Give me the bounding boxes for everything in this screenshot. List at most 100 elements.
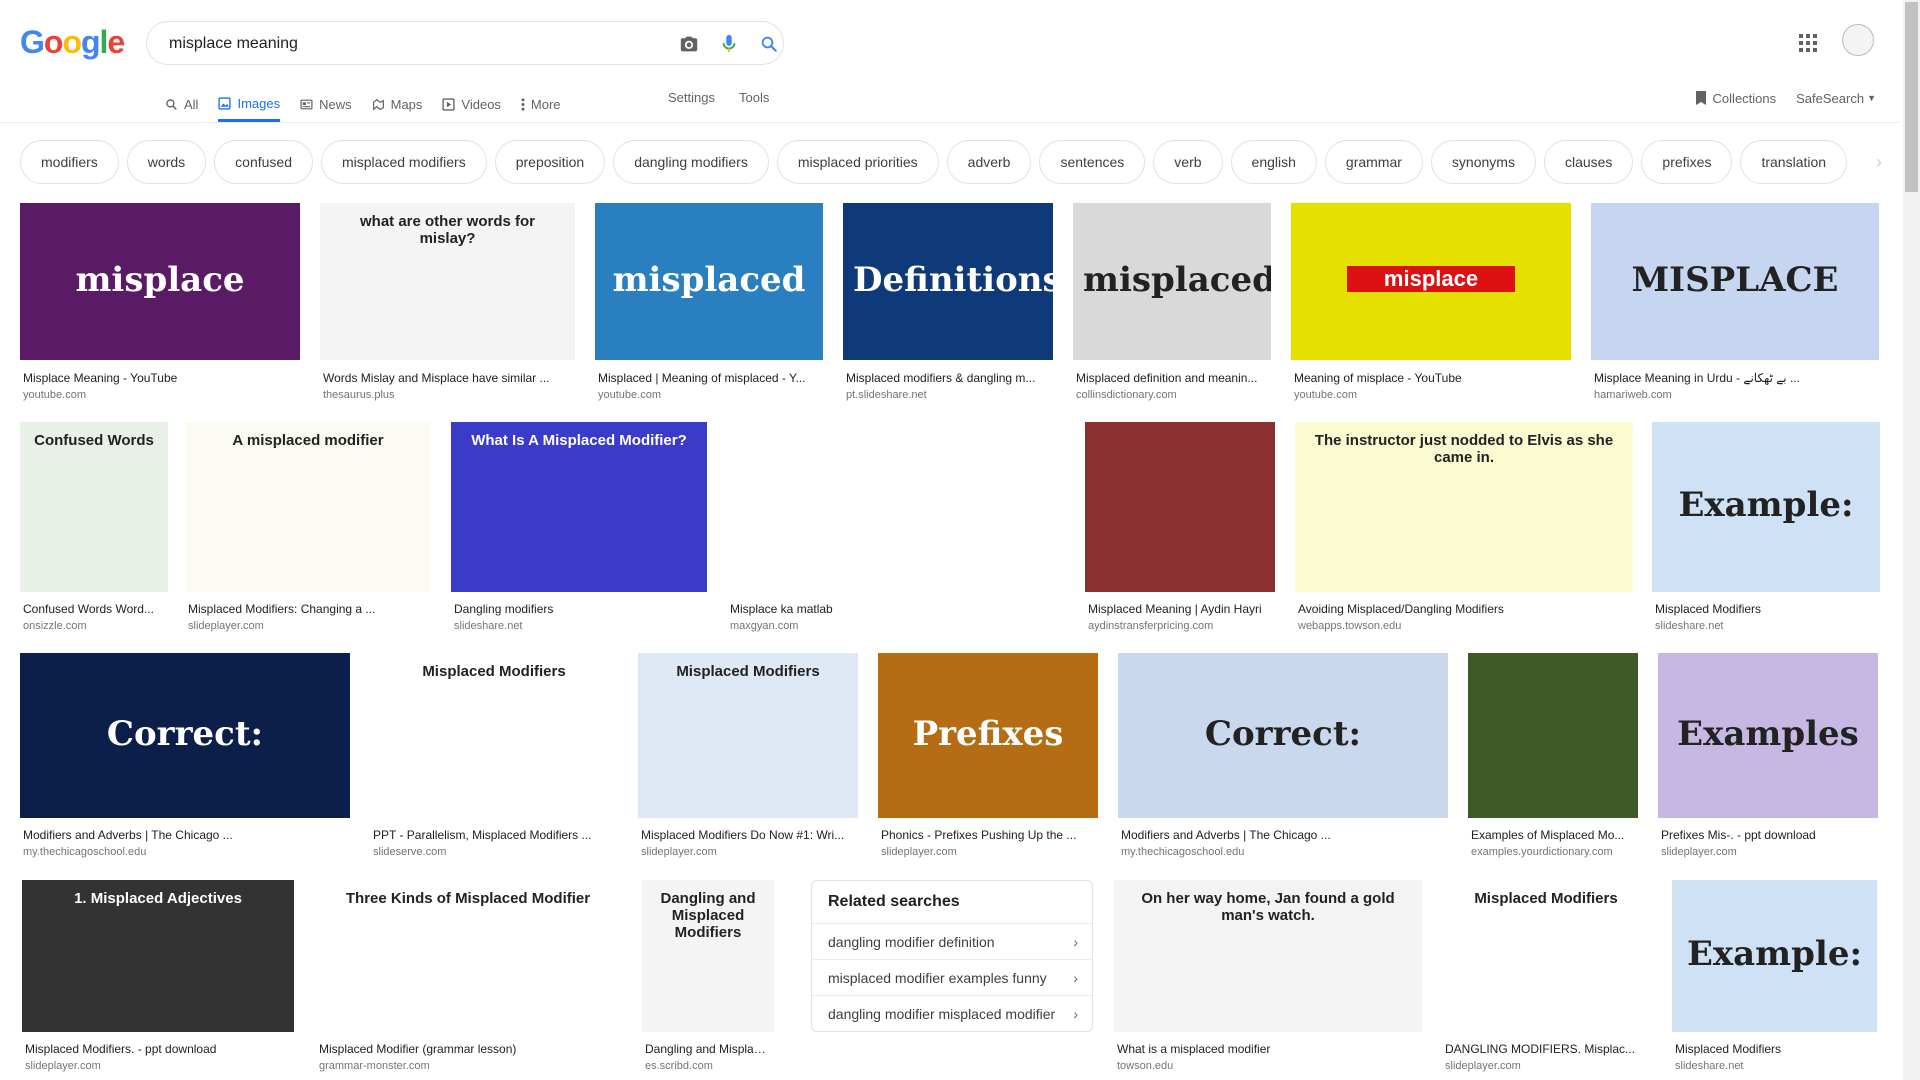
related-search-item[interactable]: dangling modifier misplaced modifier › xyxy=(812,995,1092,1031)
image-result[interactable]: A misplaced modifier Misplaced Modifiers:… xyxy=(185,422,431,636)
chip-confused[interactable]: confused xyxy=(214,140,313,184)
related-search-item[interactable]: dangling modifier definition › xyxy=(812,923,1092,959)
image-result[interactable]: MISPLACE Misplace Meaning in Urdu - بے ٹھ… xyxy=(1591,203,1879,405)
image-thumbnail[interactable]: The instructor just nodded to Elvis as s… xyxy=(1295,422,1633,592)
chip-misplaced-modifiers[interactable]: misplaced modifiers xyxy=(320,140,487,184)
image-caption[interactable]: Misplaced Modifiers. - ppt download xyxy=(25,1042,291,1056)
image-caption[interactable]: Dangling modifiers xyxy=(454,602,704,616)
image-thumbnail[interactable]: Definitions xyxy=(843,203,1053,360)
image-source[interactable]: youtube.com xyxy=(23,389,86,401)
image-source[interactable]: es.scribd.com xyxy=(645,1060,713,1072)
image-result[interactable]: Correct: Modifiers and Adverbs | The Chic… xyxy=(1118,653,1448,862)
image-source[interactable]: towson.edu xyxy=(1117,1060,1173,1072)
image-caption[interactable]: Dangling and Misplace... xyxy=(645,1042,771,1056)
image-source[interactable]: youtube.com xyxy=(1294,389,1357,401)
camera-icon[interactable] xyxy=(678,33,700,55)
image-result[interactable]: What Is A Misplaced Modifier? Dangling mo… xyxy=(451,422,707,636)
image-caption[interactable]: Misplaced definition and meanin... xyxy=(1076,371,1268,385)
image-source[interactable]: aydinstransferpricing.com xyxy=(1088,620,1213,632)
image-caption[interactable]: Modifiers and Adverbs | The Chicago ... xyxy=(23,828,347,842)
image-source[interactable]: slideplayer.com xyxy=(25,1060,101,1072)
search-icon[interactable] xyxy=(758,33,780,55)
chip-english[interactable]: english xyxy=(1230,140,1317,184)
image-result[interactable]: 1. Misplaced Adjectives Misplaced Modifie… xyxy=(22,880,294,1076)
image-result[interactable]: Examples Prefixes Mis-. - ppt download sli… xyxy=(1658,653,1878,862)
image-source[interactable]: onsizzle.com xyxy=(23,620,87,632)
image-source[interactable]: maxgyan.com xyxy=(730,620,798,632)
chip-adverb[interactable]: adverb xyxy=(946,140,1032,184)
image-caption[interactable]: Misplaced Modifiers Do Now #1: Wri... xyxy=(641,828,855,842)
image-thumbnail[interactable]: misplace xyxy=(1291,203,1571,360)
image-thumbnail[interactable]: Misplaced Modifiers xyxy=(638,653,858,818)
image-result[interactable]: Misplaced Modifiers DANGLING MODIFIERS. M… xyxy=(1442,880,1650,1076)
apps-grid-icon[interactable] xyxy=(1797,32,1819,54)
image-source[interactable]: slideplayer.com xyxy=(1445,1060,1521,1072)
image-result[interactable]: what are other words for mislay? Words Mi… xyxy=(320,203,575,405)
image-thumbnail[interactable]: Correct: xyxy=(20,653,350,818)
image-source[interactable]: slideshare.net xyxy=(1675,1060,1744,1072)
scrollbar[interactable] xyxy=(1903,0,1920,1080)
image-source[interactable]: slideplayer.com xyxy=(1661,846,1737,858)
image-caption[interactable]: What is a misplaced modifier xyxy=(1117,1042,1419,1056)
image-thumbnail[interactable] xyxy=(1085,422,1275,592)
image-caption[interactable]: Misplace ka matlab xyxy=(730,602,1061,616)
image-caption[interactable]: Examples of Misplaced Mo... xyxy=(1471,828,1635,842)
chip-dangling-modifiers[interactable]: dangling modifiers xyxy=(613,140,769,184)
image-thumbnail[interactable]: Dangling and Misplaced Modifiers xyxy=(642,880,774,1032)
tab-news[interactable]: News xyxy=(300,88,352,120)
image-caption[interactable]: Misplace Meaning in Urdu - بے ٹھکانے ... xyxy=(1594,371,1876,385)
image-caption[interactable]: Misplaced Modifiers xyxy=(1675,1042,1874,1056)
image-thumbnail[interactable]: misplaced xyxy=(595,203,823,360)
image-caption[interactable]: Avoiding Misplaced/Dangling Modifiers xyxy=(1298,602,1630,616)
image-caption[interactable]: PPT - Parallelism, Misplaced Modifiers .… xyxy=(373,828,615,842)
image-result[interactable]: Confused Words Confused Words Word... onsi… xyxy=(20,422,168,636)
image-source[interactable]: my.thechicagoschool.edu xyxy=(23,846,146,858)
chip-grammar[interactable]: grammar xyxy=(1324,140,1423,184)
image-source[interactable]: slideserve.com xyxy=(373,846,446,858)
image-thumbnail[interactable]: A misplaced modifier xyxy=(185,422,431,592)
chip-misplaced-priorities[interactable]: misplaced priorities xyxy=(776,140,939,184)
google-logo[interactable]: Google xyxy=(20,24,125,61)
image-source[interactable]: slideplayer.com xyxy=(641,846,717,858)
image-result[interactable]: Examples of Misplaced Mo... examples.your… xyxy=(1468,653,1638,862)
image-thumbnail[interactable]: misplace xyxy=(20,203,300,360)
microphone-icon[interactable] xyxy=(718,33,740,55)
image-thumbnail[interactable]: On her way home, Jan found a gold man's … xyxy=(1114,880,1422,1032)
image-thumbnail[interactable]: Correct: xyxy=(1118,653,1448,818)
image-thumbnail[interactable]: 1. Misplaced Adjectives xyxy=(22,880,294,1032)
image-caption[interactable]: Misplaced Meaning | Aydin Hayri xyxy=(1088,602,1272,616)
image-thumbnail[interactable]: What Is A Misplaced Modifier? xyxy=(451,422,707,592)
chip-sentences[interactable]: sentences xyxy=(1039,140,1146,184)
image-source[interactable]: slideplayer.com xyxy=(188,620,264,632)
image-result[interactable]: misplaced Misplaced definition and meanin… xyxy=(1073,203,1271,405)
tab-maps[interactable]: Maps xyxy=(372,88,422,120)
safesearch-dropdown[interactable]: SafeSearch ▼ xyxy=(1796,91,1876,106)
image-caption[interactable]: Misplaced | Meaning of misplaced - Y... xyxy=(598,371,820,385)
image-thumbnail[interactable]: Three Kinds of Misplaced Modifier xyxy=(316,880,620,1032)
tab-videos[interactable]: Videos xyxy=(442,88,501,120)
chip-clauses[interactable]: clauses xyxy=(1543,140,1634,184)
image-result[interactable]: Misplaced Meaning | Aydin Hayri aydinstra… xyxy=(1085,422,1275,636)
image-result[interactable]: Example: Misplaced Modifiers slideshare.ne… xyxy=(1652,422,1880,636)
image-caption[interactable]: Phonics - Prefixes Pushing Up the ... xyxy=(881,828,1095,842)
image-caption[interactable]: Misplaced Modifiers xyxy=(1655,602,1877,616)
image-result[interactable]: misplace Misplace Meaning - YouTube youtub… xyxy=(20,203,300,405)
image-thumbnail[interactable]: Example: xyxy=(1672,880,1877,1032)
image-result[interactable]: Misplace ka matlab maxgyan.com xyxy=(727,422,1064,636)
image-source[interactable]: slideplayer.com xyxy=(881,846,957,858)
image-caption[interactable]: Misplaced modifiers & dangling m... xyxy=(846,371,1050,385)
image-thumbnail[interactable]: Confused Words xyxy=(20,422,168,592)
chevron-right-icon[interactable]: › xyxy=(1876,152,1882,173)
image-source[interactable]: thesaurus.plus xyxy=(323,389,395,401)
chip-prefixes[interactable]: prefixes xyxy=(1641,140,1733,184)
image-source[interactable]: grammar-monster.com xyxy=(319,1060,430,1072)
tab-images[interactable]: Images xyxy=(218,88,281,122)
image-caption[interactable]: Words Mislay and Misplace have similar .… xyxy=(323,371,572,385)
image-caption[interactable]: Misplaced Modifier (grammar lesson) xyxy=(319,1042,617,1056)
image-thumbnail[interactable]: misplaced xyxy=(1073,203,1271,360)
image-caption[interactable]: Modifiers and Adverbs | The Chicago ... xyxy=(1121,828,1445,842)
image-thumbnail[interactable]: MISPLACE xyxy=(1591,203,1879,360)
image-result[interactable]: Dangling and Misplaced Modifiers Dangling… xyxy=(642,880,774,1076)
avatar[interactable] xyxy=(1842,24,1874,56)
image-result[interactable]: Three Kinds of Misplaced Modifier Misplac… xyxy=(316,880,620,1076)
